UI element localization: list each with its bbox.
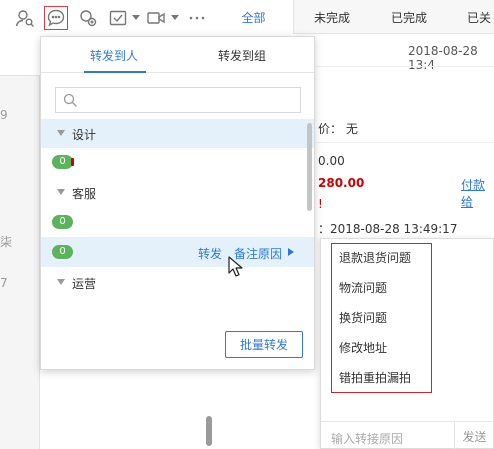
forward-button[interactable]: 转发 [198, 245, 222, 262]
order-total: 280.00 [318, 176, 365, 190]
video-icon[interactable] [145, 7, 167, 29]
forward-tabs: 转发到人 转发到组 [41, 37, 314, 73]
tab-unfinished[interactable]: 未完成 [314, 9, 350, 26]
transfer-icon[interactable] [77, 7, 99, 29]
search-icon [63, 93, 77, 107]
send-button[interactable]: 发送 [454, 422, 494, 449]
forward-popup: 转发到人 转发到组 设计 0 客服 0 0 转发 备注原因 运营 批量转发 [40, 36, 315, 370]
status-badge: 0 [52, 245, 73, 259]
group-label: 运营 [72, 277, 97, 291]
list-fragment: 9 [0, 108, 8, 122]
forward-chat-icon[interactable] [44, 6, 68, 30]
mouse-cursor-icon [228, 256, 243, 277]
list-fragment: 柒 [0, 235, 13, 249]
order-price: 价： 无 [318, 122, 358, 136]
group-header-design[interactable]: 设计 [41, 119, 314, 148]
order-date: 2018-08-28 13:4 [408, 44, 478, 72]
status-badge-tail [71, 158, 74, 166]
status-badge: 0 [52, 155, 73, 169]
reason-option[interactable]: 换货问题 [339, 309, 387, 326]
group-header-service[interactable]: 客服 [41, 178, 314, 207]
tab-forward-to-group[interactable]: 转发到组 [218, 47, 266, 64]
member-row[interactable]: 0 [41, 207, 314, 237]
order-time: ：2018-08-28 13:49:17 [318, 222, 458, 236]
reason-input[interactable]: 输入转接原因 [331, 430, 403, 447]
tab-closed[interactable]: 已关 [467, 9, 491, 26]
status-badge: 0 [52, 215, 73, 229]
arrow-right-icon [288, 248, 294, 256]
collapse-triangle-icon [57, 279, 65, 285]
pay-link[interactable]: 付款给 [461, 176, 494, 210]
active-tab-underline [84, 71, 146, 73]
reason-input-row: 输入转接原因 发送 [321, 421, 493, 449]
group-header-operations[interactable]: 运营 [41, 268, 314, 297]
group-label: 客服 [72, 187, 97, 201]
reason-list: 退款退货问题 物流问题 换货问题 修改地址 错拍重拍漏拍 [331, 243, 432, 393]
divider [316, 66, 494, 67]
reason-option[interactable]: 修改地址 [339, 339, 387, 356]
alert-mark: ! [318, 197, 323, 211]
more-icon[interactable] [186, 7, 208, 29]
tab-finished[interactable]: 已完成 [391, 9, 427, 26]
forward-reason-panel: 退款退货问题 物流问题 换货问题 修改地址 错拍重拍漏拍 输入转接原因 发送 [320, 238, 494, 449]
member-search-input[interactable] [55, 87, 301, 113]
reason-option[interactable]: 退款退货问题 [339, 249, 411, 266]
reason-option[interactable]: 物流问题 [339, 279, 387, 296]
caret-down-icon[interactable] [132, 13, 140, 21]
chat-toolbar [0, 0, 214, 36]
order-amount: 0.00 [318, 154, 345, 168]
checklist-icon[interactable] [107, 7, 129, 29]
collapse-triangle-icon [57, 130, 65, 136]
member-row[interactable]: 0 [41, 147, 314, 177]
batch-forward-button[interactable]: 批量转发 [225, 331, 303, 358]
order-status-tabs: 全部 未完成 已完成 已关 [214, 0, 494, 34]
list-fragment: 7 [0, 276, 8, 290]
tab-forward-to-person[interactable]: 转发到人 [90, 47, 138, 64]
group-label: 设计 [72, 128, 97, 142]
divider [316, 142, 494, 143]
caret-down-icon[interactable] [171, 13, 179, 21]
member-row-hovered[interactable]: 0 转发 备注原因 [41, 237, 314, 267]
reason-option[interactable]: 错拍重拍漏拍 [339, 369, 411, 386]
collapse-triangle-icon [57, 189, 65, 195]
page-scrollbar-thumb[interactable] [206, 416, 212, 446]
popup-scrollbar-thumb[interactable] [307, 123, 312, 211]
conversation-list-strip: 9 柒 7 [0, 0, 40, 449]
user-search-icon[interactable] [14, 7, 36, 29]
tab-all[interactable]: 全部 [214, 0, 294, 34]
